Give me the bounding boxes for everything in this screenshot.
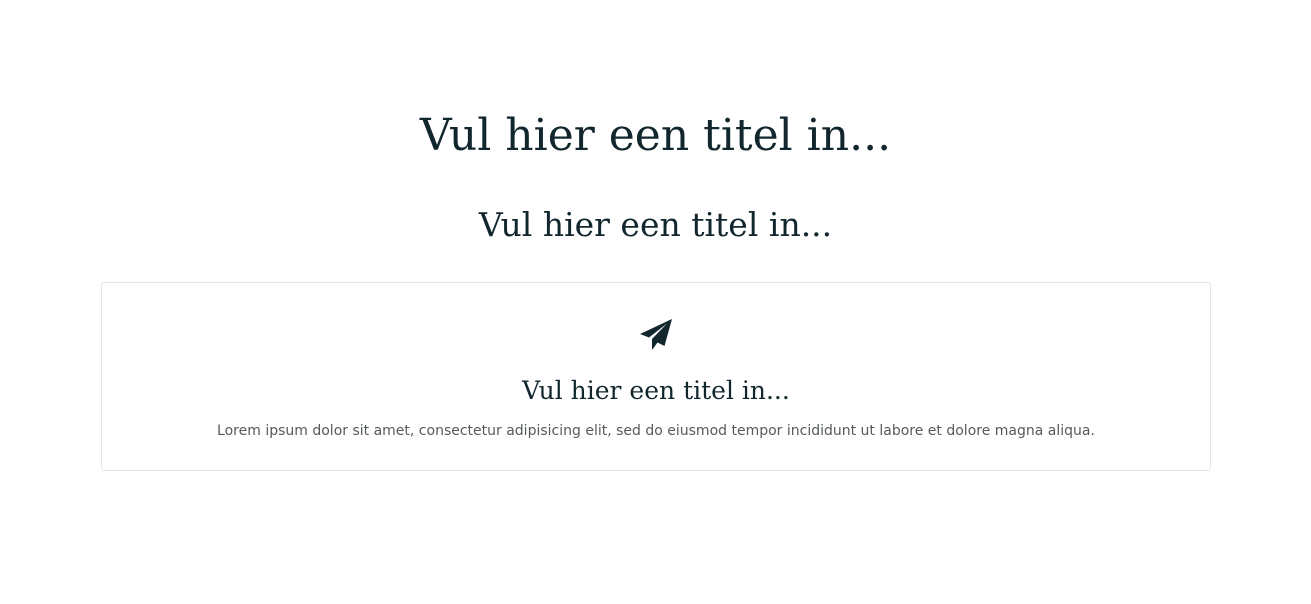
page-title: Vul hier een titel in... [419,110,892,161]
card-title: Vul hier een titel in... [522,376,790,405]
card-description: Lorem ipsum dolor sit amet, consectetur … [217,423,1095,439]
page: Vul hier een titel in... Vul hier een ti… [0,0,1311,604]
page-subtitle: Vul hier een titel in... [478,205,833,244]
paper-plane-icon [638,317,674,353]
feature-card: Vul hier een titel in... Lorem ipsum dol… [101,282,1211,471]
